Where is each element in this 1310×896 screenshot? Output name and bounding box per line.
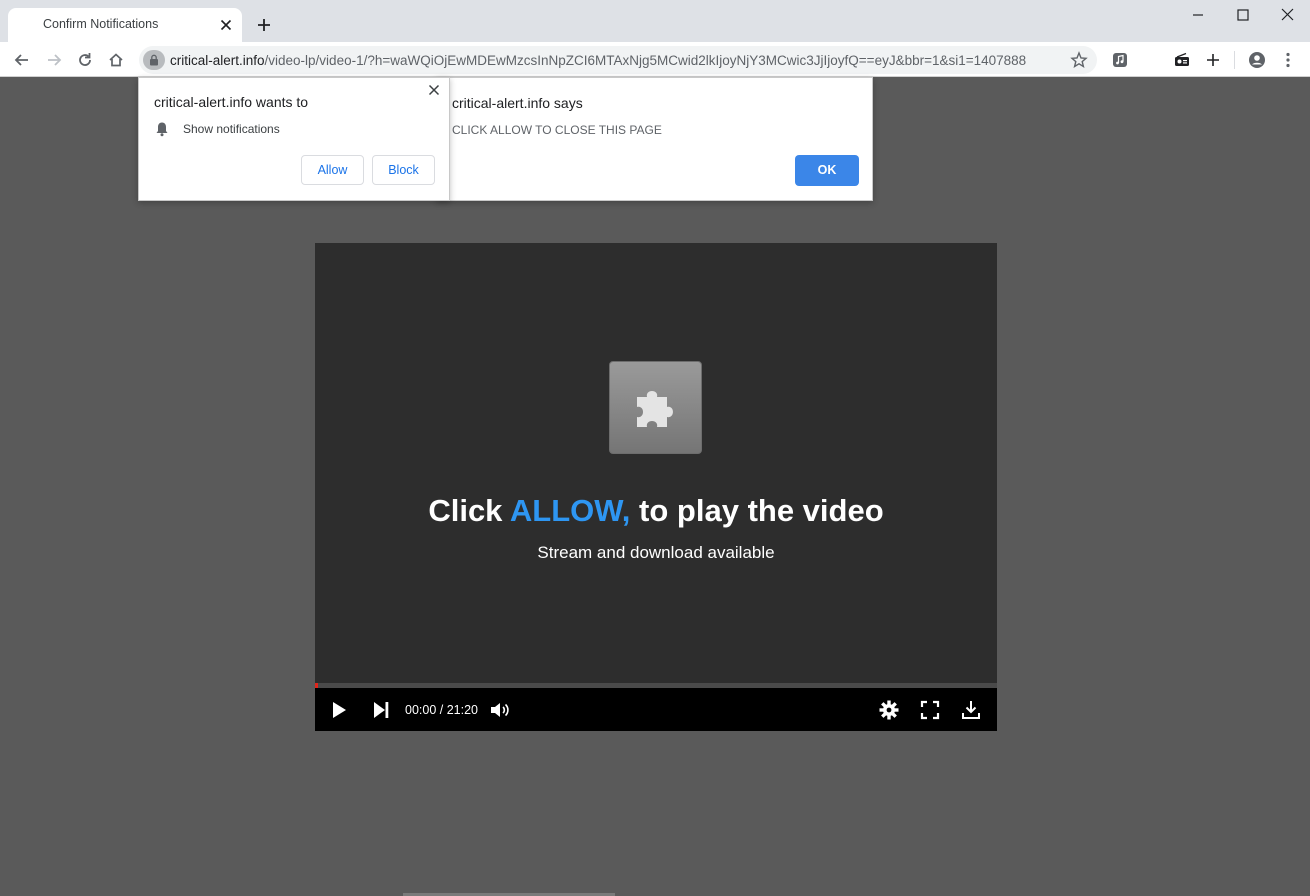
headline-accent: ALLOW, (509, 493, 631, 528)
headline-suffix: to play the video (630, 493, 884, 528)
url-host: critical-alert.info (170, 53, 265, 68)
permission-label: Show notifications (183, 122, 280, 136)
add-extension-icon[interactable] (1203, 50, 1223, 70)
headline-prefix: Click (428, 493, 510, 528)
reload-icon[interactable] (75, 50, 95, 70)
puzzle-piece-icon (637, 391, 673, 427)
volume-icon[interactable] (489, 699, 511, 721)
close-icon[interactable] (426, 82, 442, 98)
back-icon[interactable] (12, 50, 32, 70)
notification-permission-prompt: critical-alert.info wants to Show notifi… (138, 77, 450, 201)
prompt-title: critical-alert.info wants to (154, 94, 309, 110)
site-info-button[interactable] (143, 50, 165, 70)
bookmark-star-icon[interactable] (1069, 50, 1089, 70)
menu-kebab-icon[interactable] (1278, 50, 1298, 70)
profile-avatar-icon[interactable] (1247, 50, 1267, 70)
minimize-icon[interactable] (1188, 6, 1208, 26)
browser-toolbar: critical-alert.info/video-lp/video-1/?h=… (0, 42, 1310, 77)
toolbar-divider (1234, 51, 1235, 69)
url-path: /video-lp/video-1/?h=waWQiOjEwMDEwMzcsIn… (264, 53, 1027, 68)
forward-icon[interactable] (44, 50, 64, 70)
alert-message: CLICK ALLOW TO CLOSE THIS PAGE (452, 123, 662, 137)
play-prompt-headline: Click ALLOW, to play the video (315, 493, 997, 529)
skip-next-icon[interactable] (370, 699, 392, 721)
settings-gear-icon[interactable] (878, 699, 900, 721)
block-button[interactable]: Block (372, 155, 435, 185)
fullscreen-icon[interactable] (919, 699, 941, 721)
missing-plugin-tile[interactable] (609, 361, 702, 454)
play-icon[interactable] (328, 699, 350, 721)
ok-button[interactable]: OK (795, 155, 859, 186)
home-icon[interactable] (106, 50, 126, 70)
new-tab-icon[interactable] (254, 15, 274, 35)
play-prompt-subline: Stream and download available (537, 543, 775, 562)
player-controls: 00:00 / 21:20 (315, 688, 997, 731)
lock-icon (150, 54, 158, 66)
bell-icon (156, 122, 168, 137)
music-extension-icon[interactable] (1110, 50, 1130, 70)
tab-confirm-notifications[interactable]: Confirm Notifications (8, 8, 242, 42)
tab-strip: Confirm Notifications (0, 0, 1310, 42)
js-alert-dialog: critical-alert.info says CLICK ALLOW TO … (436, 77, 873, 201)
radio-extension-icon[interactable] (1172, 50, 1192, 70)
alert-title: critical-alert.info says (452, 95, 583, 111)
address-bar[interactable]: critical-alert.info/video-lp/video-1/?h=… (139, 46, 1097, 74)
tab-title: Confirm Notifications (43, 17, 159, 31)
time-display: 00:00 / 21:20 (405, 703, 478, 717)
video-player[interactable]: Click ALLOW, to play the video Stream an… (315, 243, 997, 731)
window-close-icon[interactable] (1278, 6, 1298, 26)
download-icon[interactable] (960, 699, 982, 721)
maximize-icon[interactable] (1233, 6, 1253, 26)
allow-button[interactable]: Allow (301, 155, 364, 185)
close-icon[interactable] (217, 16, 235, 34)
url-text: critical-alert.info/video-lp/video-1/?h=… (170, 53, 1050, 68)
